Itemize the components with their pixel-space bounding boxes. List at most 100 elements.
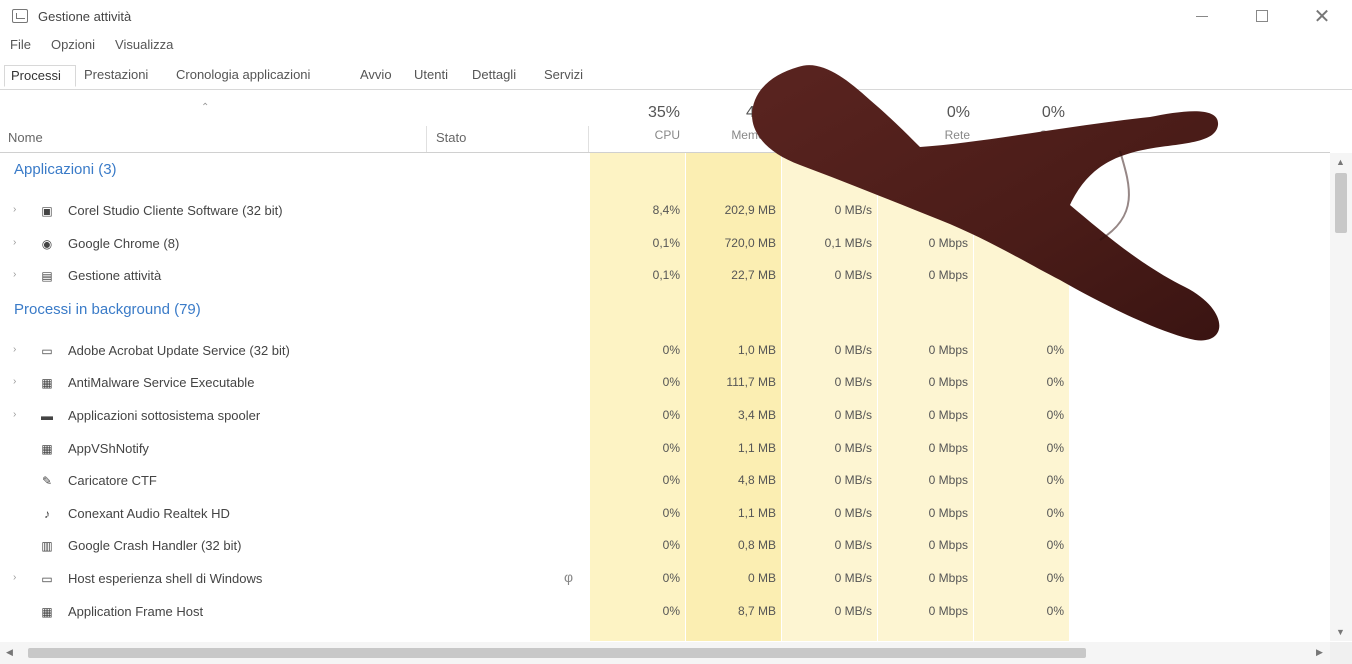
tab-users[interactable]: Utenti — [408, 65, 464, 87]
network-percent: 0% — [946, 104, 970, 121]
disk-cell: 0 MB/s — [834, 268, 872, 283]
sort-arrow-icon[interactable]: ⌃ — [201, 102, 209, 113]
gpu-label: GPU — [1038, 128, 1065, 142]
minimize-icon — [1196, 15, 1208, 17]
table-row[interactable]: › ▬ Applicazioni sottosistema spooler 0% 3,4… — [0, 400, 1330, 432]
title-bar: Gestione attività ✕ — [0, 0, 1352, 34]
horizontal-scroll-thumb[interactable] — [28, 648, 1086, 658]
scroll-up-icon[interactable]: ▲ — [1336, 157, 1345, 167]
table-row[interactable]: › ▭ Host esperienza shell di Windows φ 0% 0 M… — [0, 563, 1330, 595]
window-title: Gestione attività — [38, 9, 132, 24]
memory-cell: 202,9 MB — [724, 203, 776, 217]
taskmgr-icon: ▤ — [41, 269, 53, 284]
horizontal-scrollbar[interactable]: ◀ ▶ — [0, 642, 1330, 664]
expand-chevron-icon[interactable]: › — [13, 344, 16, 355]
window-icon: ▭ — [41, 343, 53, 358]
table-row[interactable]: ▦ Application Frame Host 0% 8,7 MB 0 MB/s 0 M… — [0, 596, 1330, 628]
chrome-icon: ◉ — [41, 236, 53, 251]
network-cell: 0 Mbps — [928, 235, 968, 250]
column-gpu[interactable]: 0% GPU — [970, 104, 1065, 142]
process-name: Google Chrome (8) — [68, 235, 180, 251]
window-icon: ▭ — [41, 572, 53, 586]
disk-cell: 0 MB/s — [834, 408, 872, 422]
process-name: Corel Studio Cliente Software (32 bit) — [68, 203, 283, 218]
menu-file[interactable]: File — [0, 35, 41, 57]
menu-view[interactable]: Visualizza — [105, 35, 183, 57]
tab-services[interactable]: Servizi — [538, 65, 594, 87]
expand-chevron-icon[interactable]: › — [13, 237, 16, 248]
table-row[interactable]: › ◉ Google Chrome (8) 0,1% 720,0 MB 0,1 MB/s 0… — [0, 228, 1330, 260]
network-cell: 0 Mbps — [928, 571, 968, 585]
table-row[interactable]: ▦ AppVShNotify 0% 1,1 MB 0 MB/s 0 Mbps 0% — [0, 433, 1330, 465]
column-gpu-engine[interactable]: Mot — [1080, 130, 1100, 144]
table-row[interactable]: › ▤ Gestione attività 0,1% 22,7 MB 0 MB/s 0 Mb… — [0, 260, 1330, 292]
status-icon: φ — [564, 569, 574, 585]
cpu-percent: 35% — [647, 104, 680, 121]
network-cell: 0 Mbps — [928, 408, 968, 422]
network-cell: 0 Mbps — [928, 473, 968, 488]
table-row[interactable]: ▥ Google Crash Handler (32 bit) 0% 0,8 MB 0 … — [0, 530, 1330, 562]
column-name[interactable]: Nome — [8, 130, 43, 145]
close-button[interactable]: ✕ — [1292, 0, 1352, 32]
tab-startup[interactable]: Avvio — [354, 65, 406, 87]
cpu-cell: 0% — [662, 603, 680, 618]
cpu-cell: 0% — [662, 473, 680, 488]
menu-options[interactable]: Opzioni — [41, 35, 105, 57]
close-icon: ✕ — [1313, 5, 1331, 28]
maximize-button[interactable] — [1232, 0, 1292, 32]
table-row[interactable]: › ▣ Corel Studio Cliente Software (32 bit)… — [0, 195, 1330, 227]
column-cpu[interactable]: 35% CPU — [585, 104, 680, 142]
process-name: Conexant Audio Realtek HD — [68, 505, 230, 521]
memory-percent: 41% — [745, 104, 778, 121]
monitor-icon: ▬ — [41, 409, 53, 423]
group-header[interactable]: Applicazioni (3) — [14, 161, 117, 178]
scroll-down-icon[interactable]: ▼ — [1336, 627, 1345, 637]
scroll-corner — [1330, 642, 1352, 664]
column-disk[interactable]: Disco — [781, 104, 876, 124]
expand-chevron-icon[interactable]: › — [13, 376, 16, 387]
process-name: Adobe Acrobat Update Service (32 bit) — [68, 342, 290, 358]
process-name: AntiMalware Service Executable — [68, 375, 255, 391]
scroll-left-icon[interactable]: ◀ — [6, 647, 13, 658]
minimize-button[interactable] — [1172, 0, 1232, 32]
network-cell: 0 Mbps — [928, 538, 968, 553]
tab-app-history[interactable]: Cronologia applicazioni — [170, 65, 352, 87]
process-name: Gestione attività — [68, 268, 162, 284]
disk-cell: 0 MB/s — [834, 473, 872, 488]
group-header[interactable]: Processi in background (79) — [14, 301, 201, 318]
process-name: Applicazioni sottosistema spooler — [68, 408, 261, 423]
network-cell: 0 Mbps — [928, 505, 968, 520]
tab-performance[interactable]: Prestazioni — [78, 65, 168, 87]
cpu-cell: 0% — [662, 375, 680, 390]
scroll-right-icon[interactable]: ▶ — [1316, 647, 1323, 658]
memory-cell: 1,0 MB — [737, 342, 776, 357]
column-network[interactable]: 0% Rete — [875, 104, 970, 142]
disk-cell: 0 MB/s — [834, 538, 872, 553]
process-table: Applicazioni (3) › ▣ Corel Studio Cliente S… — [0, 153, 1330, 641]
cpu-cell: 0% — [662, 342, 680, 357]
table-row[interactable]: › ▭ Adobe Acrobat Update Service (32 bit) 0… — [0, 335, 1330, 367]
column-divider[interactable] — [426, 126, 427, 152]
expand-chevron-icon[interactable]: › — [13, 409, 16, 420]
table-row[interactable]: › ▦ AntiMalware Service Executable 0% 111,7 … — [0, 367, 1330, 399]
vertical-scroll-thumb[interactable] — [1335, 173, 1347, 233]
tab-details[interactable]: Dettagli — [466, 65, 536, 87]
table-row[interactable]: ♪ Conexant Audio Realtek HD 0% 1,1 MB 0 MB/s… — [0, 498, 1330, 530]
cpu-cell: 0,1% — [652, 268, 680, 283]
gpu-cell: 0% — [1046, 505, 1064, 520]
table-row[interactable]: ✎ Caricatore CTF 0% 4,8 MB 0 MB/s 0 Mbps 0% — [0, 465, 1330, 497]
column-header: ⌃ Nome Stato 35% CPU 41% Memoria Disco 0… — [0, 90, 1330, 153]
expand-chevron-icon[interactable]: › — [13, 572, 16, 583]
network-cell: 0 Mbps — [928, 375, 968, 390]
vertical-scrollbar[interactable]: ▲ ▼ — [1330, 153, 1352, 641]
expand-chevron-icon[interactable]: › — [13, 269, 16, 280]
tab-processes[interactable]: Processi — [4, 65, 76, 87]
memory-cell: 720,0 MB — [724, 235, 776, 250]
service-icon: ▦ — [41, 376, 53, 391]
gpu-cell: 0% — [1046, 538, 1064, 553]
column-memory[interactable]: 41% Memoria — [683, 104, 778, 142]
memory-cell: 0,8 MB — [737, 538, 776, 553]
network-cell: 0 Mbps — [928, 342, 968, 357]
expand-chevron-icon[interactable]: › — [13, 204, 16, 215]
column-status[interactable]: Stato — [436, 130, 466, 145]
